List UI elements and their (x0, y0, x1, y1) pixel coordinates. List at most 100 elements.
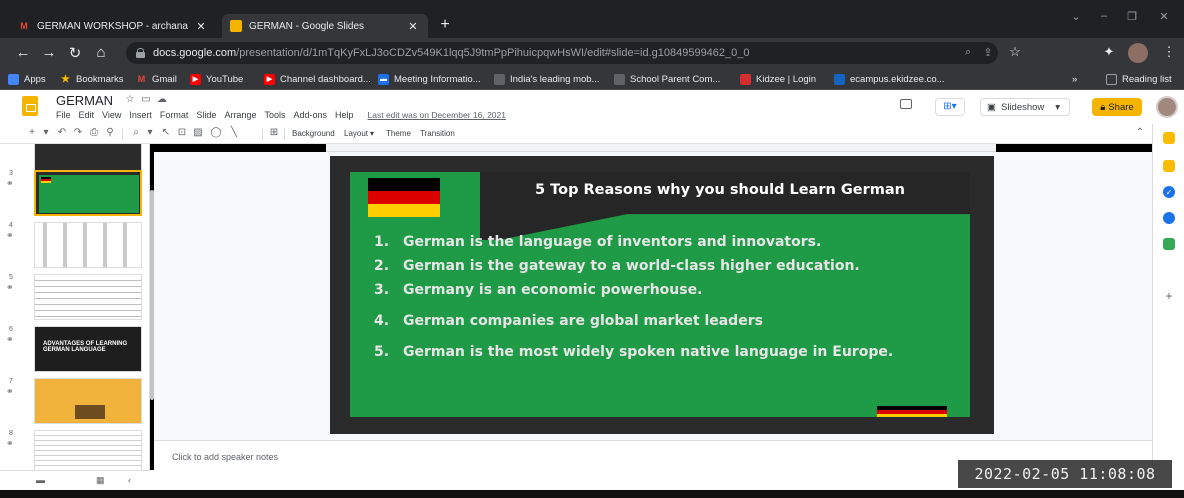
print-icon[interactable]: ⎙ (88, 127, 100, 138)
select-cursor-icon[interactable]: ↖ (160, 127, 172, 138)
menu-tools[interactable]: Tools (264, 110, 285, 120)
browser-profile-avatar[interactable] (1128, 43, 1148, 63)
slide-thumbnail-8[interactable] (34, 430, 142, 470)
thumb-image (75, 405, 105, 419)
chevron-down-icon[interactable]: ▾ (1055, 102, 1060, 113)
bookmark-gmail[interactable]: M Gmail (136, 71, 177, 87)
contacts-icon[interactable] (1163, 212, 1175, 224)
line-icon[interactable]: ╲ (228, 127, 240, 138)
slide-thumbnail-7[interactable] (34, 378, 142, 424)
toolbar-divider (284, 128, 285, 140)
comments-icon[interactable] (900, 99, 912, 109)
slides-logo-icon[interactable] (22, 96, 38, 116)
close-window-icon[interactable]: ✕ (1156, 10, 1172, 23)
account-avatar[interactable] (1156, 96, 1178, 118)
address-bar[interactable]: docs.google.com/presentation/d/1mTqKyFxL… (126, 42, 998, 64)
grid-view-icon[interactable]: ▦ (96, 475, 105, 486)
toolbar-divider (262, 128, 263, 140)
zoom-icon[interactable]: ⌕ (130, 127, 142, 138)
collapse-filmstrip-icon[interactable]: ‹ (128, 475, 131, 485)
browser-toolbar: ← → ↻ ⌂ docs.google.com/presentation/d/1… (0, 38, 1184, 68)
paint-format-icon[interactable]: ⚲ (104, 127, 116, 138)
tab-search-icon[interactable]: ⌄ (1068, 10, 1084, 23)
bookmark-kidzee-login[interactable]: Kidzee | Login (740, 71, 816, 87)
share-page-icon[interactable]: ⇪ (980, 46, 996, 59)
new-slide-icon[interactable]: + (26, 127, 38, 138)
menu-slide[interactable]: Slide (196, 110, 216, 120)
filmstrip-view-icon[interactable]: ▬ (36, 475, 45, 485)
layout-button[interactable]: Layout (344, 129, 368, 138)
theme-button[interactable]: Theme (386, 129, 411, 138)
chevron-down-icon[interactable]: ▾ (144, 127, 156, 138)
close-tab-icon[interactable]: ✕ (194, 20, 208, 33)
search-icon[interactable]: ⌕ (960, 46, 976, 59)
star-icon[interactable]: ☆ (124, 94, 136, 105)
minimize-icon[interactable]: – (1096, 10, 1112, 22)
layout-chevron-icon[interactable]: ▾ (370, 129, 374, 138)
transition-button[interactable]: Transition (420, 129, 455, 138)
bookmark-india-leading[interactable]: India's leading mob... (494, 71, 599, 87)
youtube-studio-icon: ▶ (264, 73, 275, 85)
bookmark-bookmarks[interactable]: ★ Bookmarks (60, 71, 124, 87)
redo-icon[interactable]: ↷ (72, 127, 84, 138)
menu-help[interactable]: Help (335, 110, 354, 120)
slide-title[interactable]: 5 Top Reasons why you should Learn Germa… (500, 181, 940, 199)
meet-present-button[interactable]: ⊞▾ (935, 98, 965, 116)
more-bookmarks-button[interactable]: » (1072, 71, 1077, 87)
tab-google-slides[interactable]: GERMAN - Google Slides ✕ (222, 14, 428, 38)
forward-icon[interactable]: → (40, 44, 58, 61)
comment-add-icon[interactable]: ⊞ (268, 127, 280, 138)
link-icon: ⚭ (6, 334, 14, 344)
menu-view[interactable]: View (102, 110, 121, 120)
bookmark-meeting-info[interactable]: ▬ Meeting Informatio... (378, 71, 481, 87)
bookmark-youtube[interactable]: ▶ YouTube (190, 71, 243, 87)
image-icon[interactable]: ▨ (192, 127, 204, 138)
keep-icon[interactable] (1163, 160, 1175, 172)
star-icon[interactable]: ☆ (1006, 44, 1024, 60)
reading-list-button[interactable]: Reading list (1106, 71, 1172, 87)
slide-thumbnail-5[interactable] (34, 274, 142, 320)
tab-german-workshop[interactable]: M GERMAN WORKSHOP - archana ✕ (10, 14, 216, 38)
slideshow-button[interactable]: ▣ Slideshow ▾ (980, 98, 1070, 116)
bookmark-apps[interactable]: Apps (8, 71, 46, 87)
menu-arrange[interactable]: Arrange (224, 110, 256, 120)
back-icon[interactable]: ← (14, 44, 32, 61)
ecampus-icon (834, 73, 845, 85)
slide-thumbnail-3[interactable] (34, 170, 142, 216)
slide-thumbnail-4[interactable] (34, 222, 142, 268)
get-add-ons-icon[interactable]: + (1163, 289, 1175, 303)
slide-thumbnail-6[interactable]: ADVANTAGES OF LEARNING GERMAN LANGUAGE (34, 326, 142, 372)
shape-icon[interactable]: ◯ (210, 127, 222, 138)
maps-icon[interactable] (1163, 238, 1175, 250)
slides-header: GERMAN ☆ ▭ ☁ File Edit View Insert Forma… (0, 90, 1184, 124)
site-icon (614, 73, 625, 85)
last-edit-link[interactable]: Last edit was on December 16, 2021 (368, 110, 506, 120)
home-icon[interactable]: ⌂ (92, 44, 110, 61)
bookmark-ecampus[interactable]: ecampus.ekidzee.co... (834, 71, 945, 87)
tasks-icon[interactable]: ✓ (1163, 186, 1175, 198)
background-button[interactable]: Background (292, 129, 335, 138)
document-title[interactable]: GERMAN (56, 93, 113, 108)
share-button[interactable]: 🔒︎ Share (1092, 98, 1142, 116)
browser-menu-icon[interactable]: ⋮ (1160, 44, 1178, 60)
calendar-icon[interactable] (1163, 132, 1175, 144)
extensions-icon[interactable]: ✦ (1100, 44, 1118, 60)
chevron-down-icon[interactable]: ▾ (40, 127, 52, 138)
menu-insert[interactable]: Insert (129, 110, 152, 120)
menu-file[interactable]: File (56, 110, 71, 120)
reload-icon[interactable]: ↻ (66, 44, 84, 62)
menu-add-ons[interactable]: Add-ons (293, 110, 327, 120)
new-tab-icon[interactable]: + (436, 16, 454, 34)
undo-icon[interactable]: ↶ (56, 127, 68, 138)
close-tab-icon[interactable]: ✕ (406, 20, 420, 33)
move-folder-icon[interactable]: ▭ (140, 94, 152, 105)
menu-edit[interactable]: Edit (79, 110, 95, 120)
collapse-menus-icon[interactable]: ⌃ (1134, 127, 1146, 138)
text-box-icon[interactable]: ⊡ (176, 127, 188, 138)
list-item: 3. Germany is an economic powerhouse. (374, 282, 703, 298)
reasons-list[interactable]: 1. German is the language of inventors an… (374, 234, 964, 368)
bookmark-channel-dashboard[interactable]: ▶ Channel dashboard... (264, 71, 371, 87)
menu-format[interactable]: Format (160, 110, 189, 120)
bookmark-school-parent[interactable]: School Parent Com... (614, 71, 720, 87)
restore-icon[interactable]: ❐ (1124, 10, 1140, 23)
